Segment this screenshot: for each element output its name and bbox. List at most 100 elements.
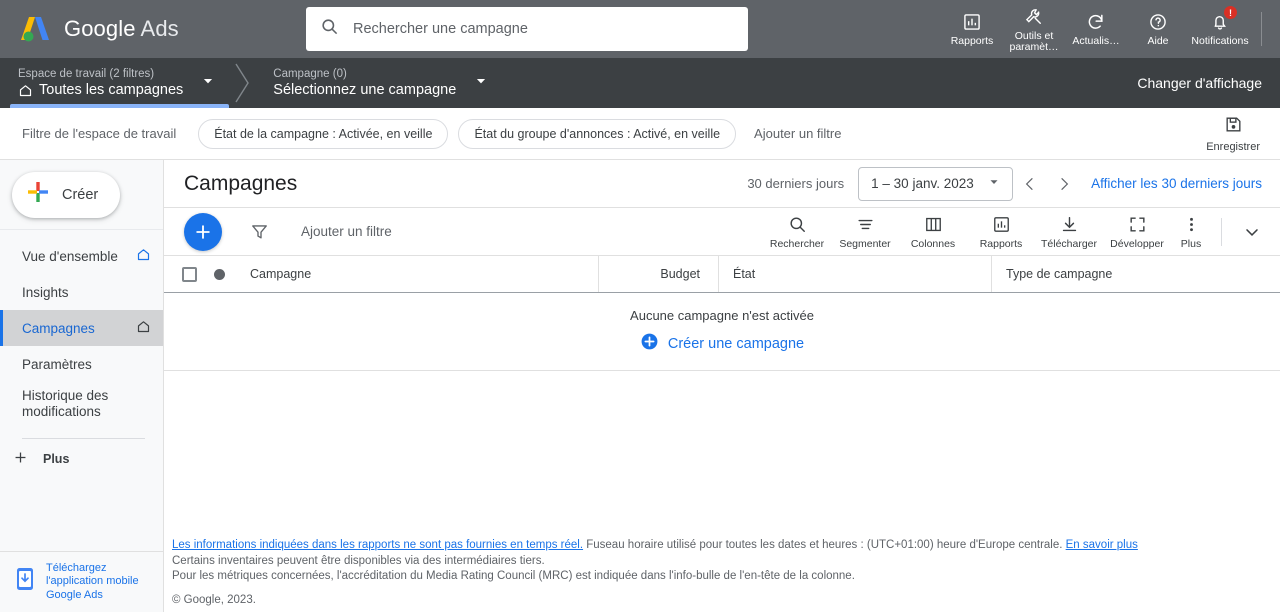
create-button[interactable]: Créer <box>12 171 121 218</box>
refresh-icon <box>1086 11 1106 33</box>
brand-logo[interactable]: Google Ads <box>0 14 290 44</box>
footer-line-2: Certains inventaires peuvent être dispon… <box>172 554 545 567</box>
expand-icon <box>1128 213 1147 235</box>
toolbar-reports-button[interactable]: Rapports <box>967 213 1035 250</box>
table-empty-state: Aucune campagne n'est activée Créer une … <box>164 293 1280 371</box>
plus-circle-icon <box>640 332 659 356</box>
table-header-campaign-type-label: Type de campagne <box>1006 267 1113 281</box>
footer-line-3: Pour les métriques concernées, l'accrédi… <box>172 570 855 582</box>
table-header-status-label: État <box>733 267 756 281</box>
footer-line-1: Les informations indiquées dans les rapp… <box>172 538 1280 554</box>
mobile-app-promo-label: Téléchargez l'application mobile Google … <box>46 561 139 601</box>
sidebar-item-campaigns[interactable]: Campagnes <box>0 310 163 346</box>
toolbar-expand-button[interactable]: Développer <box>1103 213 1171 250</box>
add-filter-link[interactable]: Ajouter un filtre <box>754 126 841 141</box>
breadcrumb-separator-icon <box>229 58 255 108</box>
sidebar-item-campaigns-label: Campagnes <box>22 320 95 336</box>
page-body: Créer Vue d'ensemble Insights Campagnes <box>0 160 1280 612</box>
empty-state-message: Aucune campagne n'est activée <box>630 307 814 323</box>
previous-period-button[interactable] <box>1013 167 1047 201</box>
change-view-label: Changer d'affichage <box>1137 75 1262 91</box>
plus-icon <box>12 449 29 469</box>
chevron-down-icon[interactable] <box>474 74 488 93</box>
table-toolbar: Ajouter un filtre Rechercher Segmenter C… <box>164 208 1280 256</box>
sidebar-item-settings[interactable]: Paramètres <box>0 346 163 382</box>
topbar-refresh-label: Actualis… <box>1072 35 1120 47</box>
create-campaign-label: Créer une campagne <box>667 335 805 352</box>
filter-chip-campaign-status[interactable]: État de la campagne : Activée, en veille <box>198 118 449 149</box>
create-campaign-link[interactable]: Créer une campagne <box>640 332 804 356</box>
table-header-status[interactable]: État <box>719 256 992 292</box>
topbar-tools-label: Outils et paramèt… <box>1009 29 1059 53</box>
toolbar-segment-button[interactable]: Segmenter <box>831 213 899 250</box>
sidebar: Créer Vue d'ensemble Insights Campagnes <box>0 160 164 612</box>
page-header: Campagnes 30 derniers jours 1 – 30 janv.… <box>164 160 1280 208</box>
toolbar-search-label: Rechercher <box>769 238 825 250</box>
home-icon <box>136 247 151 265</box>
sidebar-item-overview-label: Vue d'ensemble <box>22 248 118 264</box>
toolbar-tools: Rechercher Segmenter Colonnes Rapports T… <box>763 213 1280 250</box>
toolbar-download-button[interactable]: Télécharger <box>1035 213 1103 250</box>
date-range-value: 1 – 30 janv. 2023 <box>871 176 974 191</box>
toolbar-download-label: Télécharger <box>1040 238 1098 250</box>
toolbar-more-button[interactable]: Plus <box>1171 213 1211 250</box>
show-last-30-days-link[interactable]: Afficher les 30 derniers jours <box>1091 176 1262 191</box>
sidebar-item-change-history[interactable]: Historique des modifications <box>0 382 163 426</box>
toolbar-divider <box>1221 217 1222 246</box>
create-button-label: Créer <box>62 186 99 203</box>
topbar-notifications-button[interactable]: ! Notifications <box>1189 0 1251 58</box>
filter-chip-campaign-status-label: État de la campagne : Activée, en veille <box>214 126 433 141</box>
page-title: Campagnes <box>184 171 298 195</box>
table-header-budget[interactable]: Budget <box>599 256 719 292</box>
brand-ads: Ads <box>140 16 179 41</box>
sidebar-item-overview[interactable]: Vue d'ensemble <box>0 238 163 274</box>
table-header-campaign-type[interactable]: Type de campagne <box>992 256 1280 292</box>
topbar-reports-button[interactable]: Rapports <box>941 0 1003 58</box>
topbar-refresh-button[interactable]: Actualis… <box>1065 0 1127 58</box>
chevron-down-icon[interactable] <box>201 74 215 93</box>
topbar-reports-label: Rapports <box>950 35 994 47</box>
topbar-notifications-label: Notifications <box>1191 35 1249 47</box>
workspace-filter-label: Filtre de l'espace de travail <box>22 126 177 141</box>
status-dot-icon[interactable] <box>214 268 225 280</box>
sidebar-item-insights[interactable]: Insights <box>0 274 163 310</box>
footer-realtime-link[interactable]: Les informations indiquées dans les rapp… <box>172 539 583 551</box>
toolbar-search-button[interactable]: Rechercher <box>763 213 831 250</box>
toolbar-expand-label: Développer <box>1110 238 1164 250</box>
date-controls: 30 derniers jours 1 – 30 janv. 2023 Affi… <box>747 166 1262 201</box>
footer-copyright: © Google, 2023. <box>172 593 256 606</box>
toolbar-collapse-button[interactable] <box>1232 222 1272 242</box>
topbar-tools-button[interactable]: Outils et paramèt… <box>1003 0 1065 58</box>
workspace-name: Toutes les campagnes <box>39 81 184 98</box>
date-preset-label: 30 derniers jours <box>747 176 845 191</box>
next-period-button[interactable] <box>1047 167 1081 201</box>
topbar-help-button[interactable]: Aide <box>1127 0 1189 58</box>
add-campaign-fab[interactable] <box>184 212 222 251</box>
date-range-select[interactable]: 1 – 30 janv. 2023 <box>858 166 1014 201</box>
footer-learn-more-link[interactable]: En savoir plus <box>1066 539 1138 551</box>
mobile-app-promo[interactable]: Téléchargez l'application mobile Google … <box>0 550 163 612</box>
workspace-selector[interactable]: Espace de travail (2 filtres) Toutes les… <box>0 58 230 108</box>
table-header-campaign: Campagne <box>164 256 599 292</box>
campaign-selector[interactable]: Campagne (0) Sélectionnez une campagne <box>255 58 502 108</box>
select-all-checkbox[interactable] <box>182 266 197 282</box>
download-icon <box>1060 213 1079 235</box>
save-filter-button[interactable]: Enregistrer <box>1206 115 1260 153</box>
columns-icon <box>924 213 943 235</box>
home-icon <box>136 319 151 337</box>
sidebar-item-settings-label: Paramètres <box>22 356 92 372</box>
search-input[interactable]: Rechercher une campagne <box>306 7 748 51</box>
sidebar-more-button[interactable]: Plus <box>0 439 163 479</box>
toolbar-columns-button[interactable]: Colonnes <box>899 213 967 250</box>
bar-chart-icon <box>992 213 1011 235</box>
campaign-name: Sélectionnez une campagne <box>273 81 457 98</box>
search-placeholder: Rechercher une campagne <box>353 21 528 37</box>
main-content: Campagnes 30 derniers jours 1 – 30 janv.… <box>164 160 1280 612</box>
toolbar-add-filter[interactable]: Ajouter un filtre <box>301 224 392 239</box>
change-view-button[interactable]: Changer d'affichage <box>1137 58 1280 108</box>
filter-funnel-icon[interactable] <box>250 222 269 241</box>
sidebar-item-insights-label: Insights <box>22 284 69 300</box>
plus-colored-icon <box>26 180 50 209</box>
home-icon <box>18 83 33 98</box>
filter-chip-adgroup-status[interactable]: État du groupe d'annonces : Activé, en v… <box>458 118 737 149</box>
